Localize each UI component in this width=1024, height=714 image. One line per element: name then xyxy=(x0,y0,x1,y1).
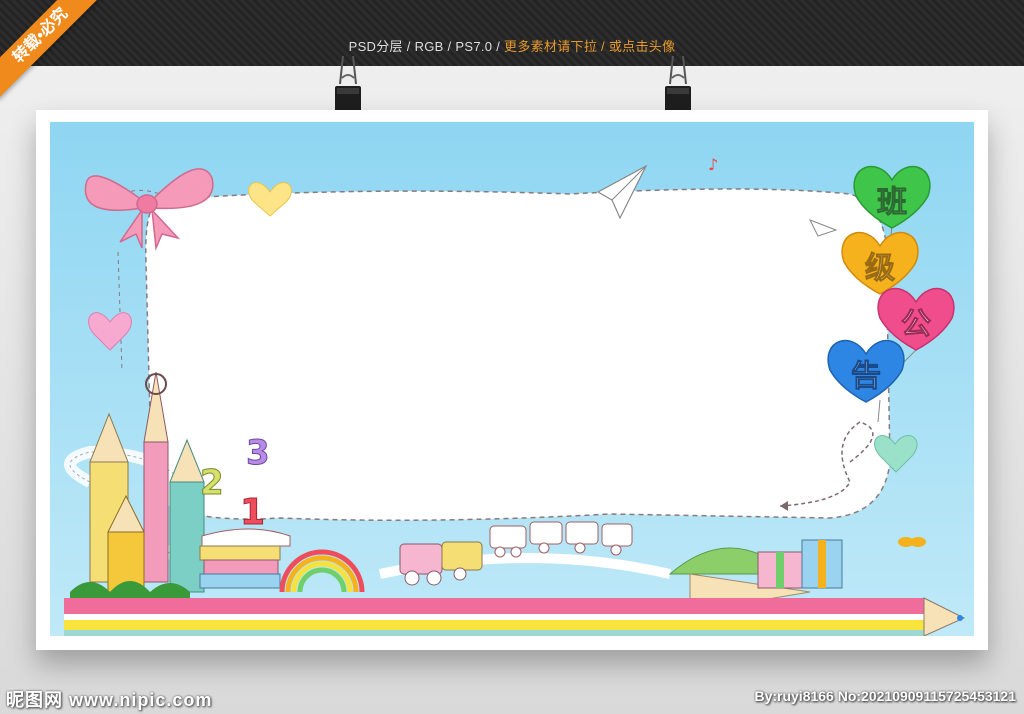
music-note-icon: ♪ xyxy=(708,155,718,174)
title-char-2: 级 xyxy=(865,251,895,286)
title-char-3: 公 xyxy=(901,307,931,342)
number-two: 2 xyxy=(200,463,224,503)
poster-board: ♪ 班 级 公 告 1 2 3 xyxy=(36,110,988,650)
title-char-4: 告 xyxy=(851,359,881,394)
long-pencil-strip xyxy=(64,597,966,636)
footer-id-watermark: By:ruyi8166 No:20210909115725453121 xyxy=(754,688,1016,704)
header-more-link[interactable]: 更多素材请下拉 / 或点击头像 xyxy=(504,39,675,54)
title-char-1: 班 xyxy=(877,185,907,220)
class-notice-artwork: ♪ 班 级 公 告 1 2 3 xyxy=(50,122,974,636)
footer-site-watermark: 昵图网 www.nipic.com xyxy=(6,690,213,710)
number-three: 3 xyxy=(246,433,270,473)
number-one: 1 xyxy=(240,492,265,533)
books-icon xyxy=(199,528,291,589)
header-format-text: PSD分层 / RGB / PS7.0 / xyxy=(348,39,505,54)
watermark-header-bar: PSD分层 / RGB / PS7.0 / 更多素材请下拉 / 或点击头像 xyxy=(0,0,1024,66)
watermark-header-text: PSD分层 / RGB / PS7.0 / 更多素材请下拉 / 或点击头像 xyxy=(0,36,1024,55)
